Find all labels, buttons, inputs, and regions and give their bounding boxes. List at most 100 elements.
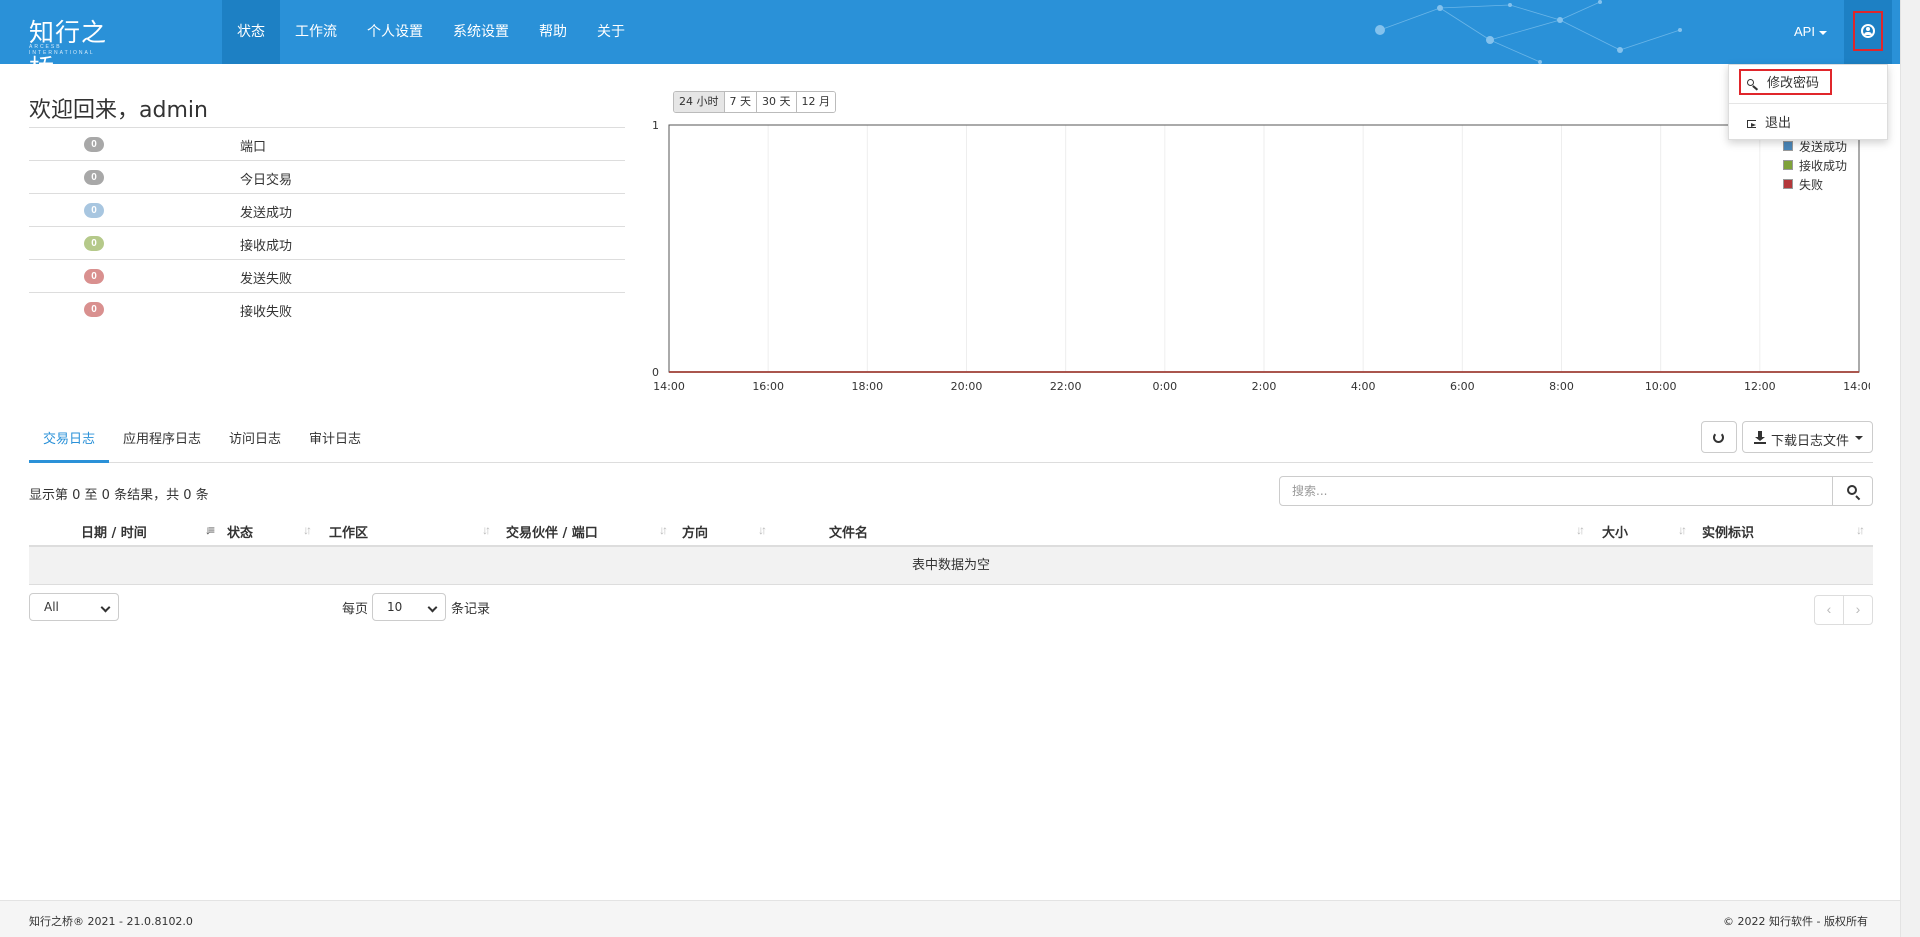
- stat-row[interactable]: 0 发送失败: [29, 260, 625, 293]
- search-button[interactable]: [1832, 476, 1873, 506]
- x-tick-label: 14:00: [653, 380, 685, 393]
- x-tick-label: 20:00: [951, 380, 983, 393]
- pagination: ‹ ›: [1814, 595, 1873, 625]
- sort-icon[interactable]: ↓↑: [1678, 523, 1687, 537]
- x-tick-label: 4:00: [1351, 380, 1376, 393]
- range-7d-button[interactable]: 7 天: [724, 92, 757, 112]
- col-instance-id[interactable]: 实例标识: [1702, 522, 1754, 541]
- nav-about[interactable]: 关于: [582, 0, 640, 64]
- empty-table-message: 表中数据为空: [29, 547, 1873, 585]
- chart-range-group: 24 小时 7 天 30 天 12 月: [673, 91, 836, 113]
- sort-icon[interactable]: ↓↑: [482, 523, 491, 537]
- sort-icon[interactable]: ↓↑: [1856, 523, 1865, 537]
- brand-logo[interactable]: 知行之桥 ARCESB INTERNATIONAL: [29, 13, 129, 64]
- download-icon-base: [1754, 442, 1766, 444]
- footer-copyright: © 2022 知行软件 - 版权所有: [1723, 915, 1868, 928]
- x-tick-label: 12:00: [1744, 380, 1776, 393]
- key-icon: [1747, 79, 1754, 86]
- stats-table: 0 端口 0 今日交易 0 发送成功 0 接收成功 0 发送失败 0 接收失败: [29, 127, 625, 326]
- sort-icon[interactable]: ↓↑: [1576, 523, 1585, 537]
- count-badge: 0: [84, 269, 104, 284]
- logout-label: 退出: [1765, 116, 1792, 131]
- count-badge: 0: [84, 236, 104, 251]
- sign-out-icon: [1747, 120, 1756, 128]
- col-size[interactable]: 大小: [1602, 522, 1628, 541]
- legend-swatch: [1783, 160, 1793, 170]
- legend-swatch: [1783, 141, 1793, 151]
- stat-row[interactable]: 0 接收成功: [29, 227, 625, 260]
- x-tick-label: 0:00: [1152, 380, 1177, 393]
- sort-icon[interactable]: ↓↑: [303, 523, 312, 537]
- menu-divider: [1729, 103, 1887, 104]
- sort-icon[interactable]: ↓↑: [758, 523, 767, 537]
- prev-page-button[interactable]: ‹: [1815, 596, 1844, 624]
- col-workspace[interactable]: 工作区: [329, 522, 368, 541]
- filter-select[interactable]: All: [29, 593, 119, 621]
- search-input[interactable]: [1279, 476, 1833, 506]
- sort-icon[interactable]: ↓↑: [659, 523, 668, 537]
- download-log-button[interactable]: 下载日志文件: [1742, 421, 1873, 453]
- stat-label: 端口: [240, 140, 267, 155]
- header-decoration: [1375, 0, 1682, 64]
- tab-audit-log[interactable]: 审计日志: [295, 421, 375, 463]
- user-dropdown-menu: 修改密码 退出: [1728, 64, 1888, 140]
- caret-down-icon: [1855, 436, 1863, 440]
- col-direction[interactable]: 方向: [682, 522, 708, 541]
- refresh-icon: [1713, 432, 1724, 443]
- user-menu-button[interactable]: [1844, 0, 1892, 64]
- refresh-button[interactable]: [1701, 421, 1737, 453]
- nav-workflow[interactable]: 工作流: [280, 0, 352, 64]
- count-badge: 0: [84, 170, 104, 185]
- stat-row[interactable]: 0 端口: [29, 128, 625, 161]
- col-filename[interactable]: 文件名: [829, 522, 868, 541]
- legend-label: 发送成功: [1799, 140, 1848, 154]
- logout-item[interactable]: 退出: [1741, 111, 1791, 137]
- per-page-suffix: 条记录: [451, 602, 491, 617]
- page-scrollbar[interactable]: [1900, 0, 1920, 937]
- welcome-heading: 欢迎回来，admin: [29, 98, 208, 123]
- col-status[interactable]: 状态: [227, 522, 253, 541]
- stat-row[interactable]: 0 发送成功: [29, 194, 625, 227]
- api-menu[interactable]: API: [1794, 0, 1827, 64]
- logo-subtitle: ARCESB INTERNATIONAL: [29, 44, 95, 56]
- range-30d-button[interactable]: 30 天: [757, 92, 797, 112]
- stat-label: 发送成功: [240, 206, 293, 221]
- download-log-label: 下载日志文件: [1771, 434, 1850, 449]
- col-datetime[interactable]: 日期 / 时间: [81, 522, 147, 541]
- stat-row[interactable]: 0 今日交易: [29, 161, 625, 194]
- nav-settings[interactable]: 系统设置: [438, 0, 524, 64]
- tab-access-log[interactable]: 访问日志: [215, 421, 295, 463]
- sort-desc-icon[interactable]: ↓≡: [205, 523, 215, 537]
- nav-profile[interactable]: 个人设置: [352, 0, 438, 64]
- x-tick-label: 18:00: [851, 380, 883, 393]
- logo-text: 知行之桥: [29, 18, 108, 64]
- next-page-button[interactable]: ›: [1844, 596, 1872, 624]
- stat-label: 发送失败: [240, 272, 293, 287]
- search-icon: [1847, 485, 1857, 495]
- caret-down-icon: [1818, 30, 1827, 35]
- range-24h-button[interactable]: 24 小时: [674, 92, 725, 112]
- col-partner-port[interactable]: 交易伙伴 / 端口: [506, 522, 598, 541]
- top-navbar: 知行之桥 ARCESB INTERNATIONAL 状态 工作流 个人设置 系统…: [0, 0, 1900, 64]
- table-header: 日期 / 时间 ↓≡ 状态 ↓↑ 工作区 ↓↑ 交易伙伴 / 端口 ↓↑ 方向 …: [29, 514, 1873, 547]
- page-size-select[interactable]: 10: [372, 593, 446, 621]
- nav-status[interactable]: 状态: [222, 0, 280, 64]
- nav-help[interactable]: 帮助: [524, 0, 582, 64]
- range-12m-button[interactable]: 12 月: [796, 92, 835, 112]
- user-circle-icon: [1861, 24, 1875, 38]
- tab-application-log[interactable]: 应用程序日志: [109, 421, 215, 463]
- x-tick-label: 14:00: [1843, 380, 1870, 393]
- x-tick-label: 10:00: [1645, 380, 1677, 393]
- change-password-item[interactable]: 修改密码: [1739, 69, 1832, 95]
- per-page-prefix: 每页: [342, 602, 369, 617]
- count-badge: 0: [84, 203, 104, 218]
- x-tick-label: 22:00: [1050, 380, 1082, 393]
- x-tick-label: 8:00: [1549, 380, 1574, 393]
- count-badge: 0: [84, 302, 104, 317]
- legend-label: 失败: [1799, 178, 1824, 192]
- main-nav: 状态 工作流 个人设置 系统设置 帮助 关于: [222, 0, 640, 64]
- tab-transaction-log[interactable]: 交易日志: [29, 421, 110, 463]
- change-password-label: 修改密码: [1767, 76, 1820, 91]
- x-tick-label: 2:00: [1252, 380, 1277, 393]
- stat-row[interactable]: 0 接收失败: [29, 293, 625, 326]
